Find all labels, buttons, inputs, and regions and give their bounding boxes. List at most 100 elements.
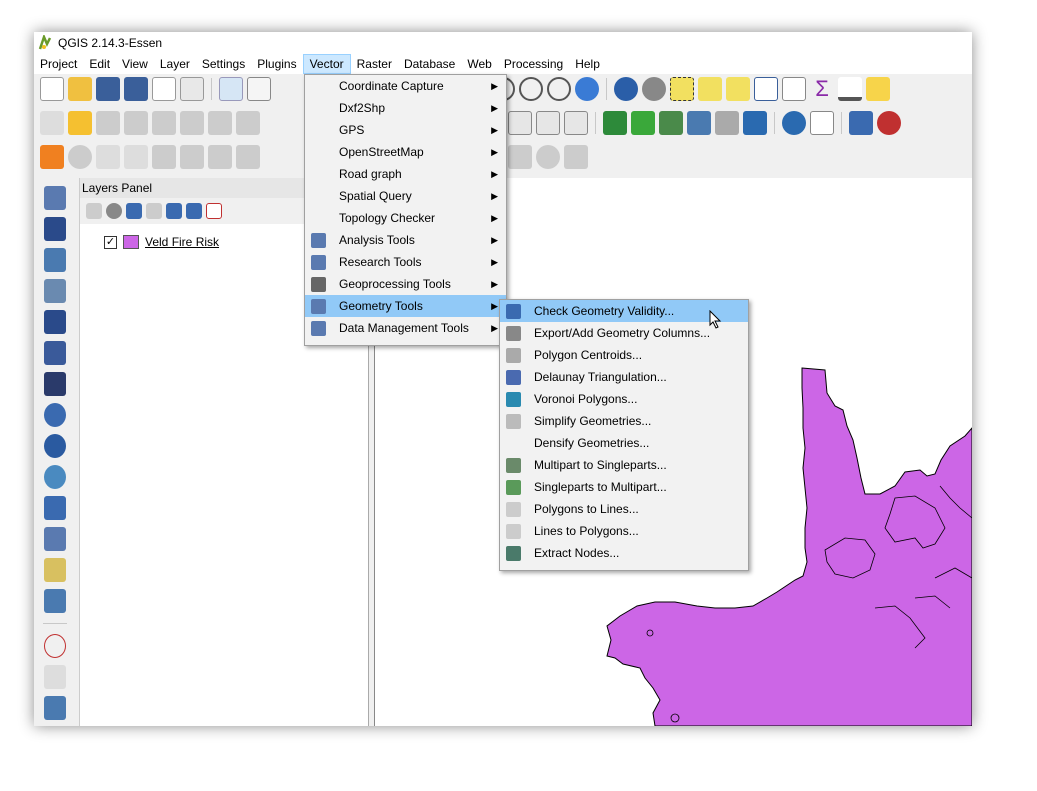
menu-item-densify-geometries[interactable]: Densify Geometries... bbox=[500, 432, 748, 454]
remove-layer-icon[interactable] bbox=[206, 203, 222, 219]
add-mssql-icon[interactable] bbox=[44, 310, 66, 334]
new-print-composer-icon[interactable] bbox=[152, 77, 176, 101]
csw-icon[interactable] bbox=[810, 111, 834, 135]
node-tool-icon[interactable] bbox=[180, 111, 204, 135]
menu-view[interactable]: View bbox=[116, 54, 154, 74]
coordinate-capture-icon[interactable] bbox=[44, 634, 66, 658]
add-gpx-icon[interactable] bbox=[44, 589, 66, 613]
toggle-editing-icon[interactable] bbox=[68, 111, 92, 135]
open-layer-styling-icon[interactable] bbox=[86, 203, 102, 219]
current-edits-icon[interactable] bbox=[40, 111, 64, 135]
save-project-icon[interactable] bbox=[96, 77, 120, 101]
identify-icon[interactable] bbox=[614, 77, 638, 101]
add-oracle-icon[interactable] bbox=[44, 372, 66, 396]
menu-item-geometry-tools[interactable]: Geometry Tools ▶ bbox=[305, 295, 506, 317]
add-virtual-layer-icon[interactable] bbox=[44, 527, 66, 551]
menu-item-extract-nodes[interactable]: Extract Nodes... bbox=[500, 542, 748, 564]
add-wfs-icon[interactable] bbox=[687, 111, 711, 135]
add-db2-icon[interactable] bbox=[44, 341, 66, 365]
menu-processing[interactable]: Processing bbox=[498, 54, 569, 74]
edit-node-icon[interactable] bbox=[208, 111, 232, 135]
menu-item-dxf2shp[interactable]: Dxf2Shp ▶ bbox=[305, 97, 506, 119]
add-delimited-layer-icon[interactable] bbox=[44, 496, 66, 520]
menu-project[interactable]: Project bbox=[34, 54, 83, 74]
rotate-point-icon[interactable] bbox=[536, 145, 560, 169]
redo-icon[interactable] bbox=[124, 145, 148, 169]
delete-ring-icon[interactable] bbox=[236, 145, 260, 169]
menu-item-road-graph[interactable]: Road graph ▶ bbox=[305, 163, 506, 185]
menu-database[interactable]: Database bbox=[398, 54, 461, 74]
menu-web[interactable]: Web bbox=[461, 54, 497, 74]
move-feature-icon[interactable] bbox=[152, 111, 176, 135]
metasearch-icon[interactable] bbox=[782, 111, 806, 135]
menu-item-polygons-to-lines[interactable]: Polygons to Lines... bbox=[500, 498, 748, 520]
add-wcs-layer-icon[interactable] bbox=[44, 434, 66, 458]
reshape-icon[interactable] bbox=[508, 145, 532, 169]
zoom-next-icon[interactable] bbox=[547, 77, 571, 101]
menu-item-topology-checker[interactable]: Topology Checker ▶ bbox=[305, 207, 506, 229]
menu-item-lines-to-polygons[interactable]: Lines to Polygons... bbox=[500, 520, 748, 542]
add-raster-layer-icon[interactable] bbox=[44, 217, 66, 241]
add-raster-icon[interactable] bbox=[603, 111, 627, 135]
menu-item-research-tools[interactable]: Research Tools ▶ bbox=[305, 251, 506, 273]
collapse-all-icon[interactable] bbox=[186, 203, 202, 219]
advanced-digitizing-icon[interactable] bbox=[40, 145, 64, 169]
add-postgis-icon[interactable] bbox=[44, 248, 66, 272]
menu-item-analysis-tools[interactable]: Analysis Tools ▶ bbox=[305, 229, 506, 251]
add-spatialite-icon[interactable] bbox=[44, 279, 66, 303]
touch-zoom-icon[interactable] bbox=[219, 77, 243, 101]
add-part-icon[interactable] bbox=[180, 145, 204, 169]
composer-manager-icon[interactable] bbox=[180, 77, 204, 101]
menu-help[interactable]: Help bbox=[569, 54, 606, 74]
delete-selected-icon[interactable] bbox=[236, 111, 260, 135]
undo-icon[interactable] bbox=[96, 145, 120, 169]
menu-plugins[interactable]: Plugins bbox=[251, 54, 302, 74]
measure-icon[interactable] bbox=[838, 77, 862, 101]
layer-visibility-checkbox[interactable]: ✓ bbox=[104, 235, 117, 249]
menu-item-simplify-geometries[interactable]: Simplify Geometries... bbox=[500, 410, 748, 432]
run-feature-action-icon[interactable] bbox=[642, 77, 666, 101]
layer-name[interactable]: Veld Fire Risk bbox=[145, 235, 219, 249]
add-delimited-icon[interactable] bbox=[715, 111, 739, 135]
python-console-icon[interactable] bbox=[849, 111, 873, 135]
menu-item-delaunay-triangulation[interactable]: Delaunay Triangulation... bbox=[500, 366, 748, 388]
deselect-icon[interactable] bbox=[726, 77, 750, 101]
add-wms-icon[interactable] bbox=[659, 111, 683, 135]
add-wms-layer-icon[interactable] bbox=[44, 403, 66, 427]
gps-icon[interactable] bbox=[44, 696, 66, 720]
simplify-feature-icon[interactable] bbox=[564, 145, 588, 169]
new-temporary-layer-icon[interactable] bbox=[44, 558, 66, 582]
menu-item-coordinate-capture[interactable]: Coordinate Capture ▶ bbox=[305, 75, 506, 97]
menu-layer[interactable]: Layer bbox=[154, 54, 196, 74]
add-wfs-layer-icon[interactable] bbox=[44, 465, 66, 489]
attribute-table-icon[interactable] bbox=[754, 77, 778, 101]
rotate-feature-icon[interactable] bbox=[68, 145, 92, 169]
add-ring-icon[interactable] bbox=[152, 145, 176, 169]
pan-hand-icon[interactable] bbox=[247, 77, 271, 101]
menu-vector[interactable]: Vector bbox=[302, 54, 351, 74]
menu-item-multipart-to-singleparts[interactable]: Multipart to Singleparts... bbox=[500, 454, 748, 476]
menu-raster[interactable]: Raster bbox=[351, 54, 398, 74]
menu-item-geoprocessing-tools[interactable]: Geoprocessing Tools ▶ bbox=[305, 273, 506, 295]
label-pin-icon[interactable] bbox=[508, 111, 532, 135]
label-move-icon[interactable] bbox=[564, 111, 588, 135]
add-feature-icon[interactable] bbox=[124, 111, 148, 135]
menu-settings[interactable]: Settings bbox=[196, 54, 251, 74]
save-edits-icon[interactable] bbox=[96, 111, 120, 135]
add-database-icon[interactable] bbox=[743, 111, 767, 135]
fill-ring-icon[interactable] bbox=[208, 145, 232, 169]
new-shapefile-icon[interactable] bbox=[44, 186, 66, 210]
label-show-icon[interactable] bbox=[536, 111, 560, 135]
visibility-eye-icon[interactable] bbox=[106, 203, 122, 219]
select-features-icon[interactable] bbox=[670, 77, 694, 101]
plugin-icon[interactable] bbox=[877, 111, 901, 135]
refresh-icon[interactable] bbox=[575, 77, 599, 101]
menu-item-polygon-centroids[interactable]: Polygon Centroids... bbox=[500, 344, 748, 366]
filter-legend-icon[interactable] bbox=[126, 203, 142, 219]
menu-item-voronoi-polygons[interactable]: Voronoi Polygons... bbox=[500, 388, 748, 410]
save-as-icon[interactable] bbox=[124, 77, 148, 101]
filter-expression-icon[interactable] bbox=[146, 203, 162, 219]
expand-all-icon[interactable] bbox=[166, 203, 182, 219]
georeferencer-icon[interactable] bbox=[44, 665, 66, 689]
select-by-expression-icon[interactable] bbox=[698, 77, 722, 101]
